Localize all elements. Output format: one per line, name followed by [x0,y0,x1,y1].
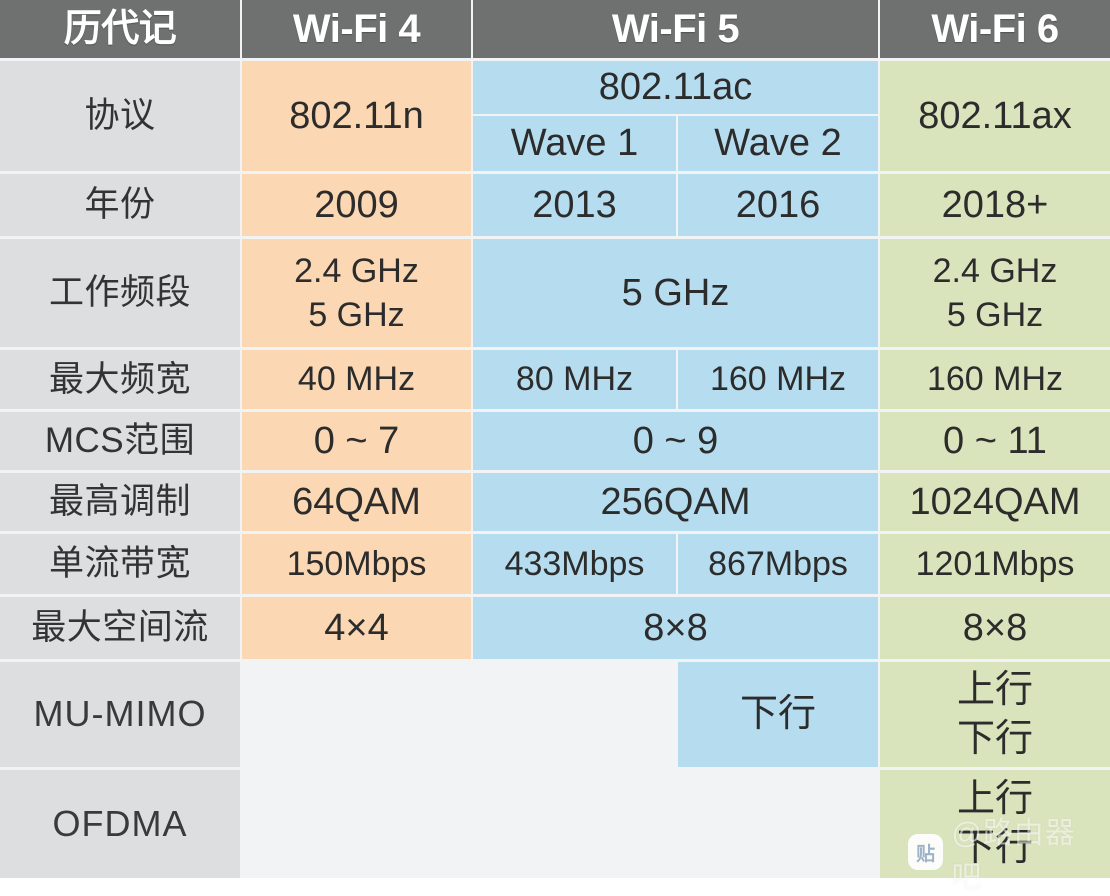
cell-max-spatial-streams-wifi4: 4×4 [242,597,471,659]
cell-mu-mimo-wifi5-wave1 [473,662,676,767]
cell-mu-mimo-wifi5-wave2: 下行 [678,662,878,767]
cell-per-stream-bandwidth-wifi5-wave2: 867Mbps [678,534,878,594]
cell-protocol-wifi5: 802.11ac [473,61,878,114]
cell-mcs-range-wifi4: 0 ~ 7 [242,412,471,470]
cell-mu-mimo-wifi6: 上行 下行 [880,662,1110,767]
cell-wave1-header: Wave 1 [473,116,676,171]
cell-mcs-range-wifi6: 0 ~ 11 [880,412,1110,470]
cell-protocol-wifi6: 802.11ax [880,61,1110,171]
cell-frequency-band-wifi6-line2: 5 GHz [946,296,1044,334]
cell-ofdma-wifi6-line1: 上行 [956,778,1033,821]
cell-year-wifi4: 2009 [242,174,471,236]
cell-max-modulation-wifi5: 256QAM [473,473,878,531]
cell-frequency-band-wifi5: 5 GHz [473,239,878,347]
cell-max-modulation-wifi4: 64QAM [242,473,471,531]
cell-mcs-range-wifi5: 0 ~ 9 [473,412,878,470]
header-cell-generation: 历代记 [0,0,240,58]
cell-max-bandwidth-wifi5-wave2: 160 MHz [678,350,878,409]
header-cell-wifi5: Wi-Fi 5 [473,0,878,58]
cell-wave2-header: Wave 2 [678,116,878,171]
cell-frequency-band-wifi4: 2.4 GHz 5 GHz [242,239,471,347]
cell-max-bandwidth-wifi5-wave1: 80 MHz [473,350,676,409]
cell-per-stream-bandwidth-wifi4: 150Mbps [242,534,471,594]
cell-ofdma-wifi5 [473,770,878,878]
cell-per-stream-bandwidth-wifi5-wave1: 433Mbps [473,534,676,594]
cell-max-modulation-wifi6: 1024QAM [880,473,1110,531]
row-label-mu-mimo: MU-MIMO [0,662,240,767]
cell-max-spatial-streams-wifi5: 8×8 [473,597,878,659]
cell-year-wifi5-wave2: 2016 [678,174,878,236]
cell-frequency-band-wifi4-line1: 2.4 GHz [294,251,419,290]
row-label-ofdma: OFDMA [0,770,240,878]
cell-year-wifi6: 2018+ [880,174,1110,236]
cell-max-spatial-streams-wifi6: 8×8 [880,597,1110,659]
cell-ofdma-wifi4 [242,770,471,878]
row-label-per-stream-bandwidth: 单流带宽 [0,534,240,594]
cell-max-bandwidth-wifi6: 160 MHz [880,350,1110,409]
row-label-max-bandwidth: 最大频宽 [0,350,240,409]
row-label-mcs-range: MCS范围 [0,412,240,470]
row-label-max-modulation: 最高调制 [0,473,240,531]
cell-ofdma-wifi6-line2: 下行 [956,827,1033,869]
header-cell-wifi4: Wi-Fi 4 [242,0,471,58]
cell-frequency-band-wifi6-line1: 2.4 GHz [932,251,1058,290]
row-label-protocol: 协议 [0,61,240,171]
cell-protocol-wifi4: 802.11n [242,61,471,171]
cell-per-stream-bandwidth-wifi6: 1201Mbps [880,534,1110,594]
wifi-comparison-table: 历代记 Wi-Fi 4 Wi-Fi 5 Wi-Fi 6 协议 802.11n 8… [0,0,1110,894]
cell-ofdma-wifi6: 上行 下行 [880,770,1110,878]
cell-mu-mimo-wifi6-line2: 下行 [956,717,1033,760]
cell-frequency-band-wifi6: 2.4 GHz 5 GHz [880,239,1110,347]
cell-frequency-band-wifi4-line2: 5 GHz [308,296,405,334]
cell-mu-mimo-wifi6-line1: 上行 [956,668,1033,711]
row-label-year: 年份 [0,174,240,236]
header-cell-wifi6: Wi-Fi 6 [880,0,1110,58]
row-label-frequency-band: 工作频段 [0,239,240,347]
cell-year-wifi5-wave1: 2013 [473,174,676,236]
cell-mu-mimo-wifi4 [242,662,471,767]
row-label-max-spatial-streams: 最大空间流 [0,597,240,659]
cell-max-bandwidth-wifi4: 40 MHz [242,350,471,409]
